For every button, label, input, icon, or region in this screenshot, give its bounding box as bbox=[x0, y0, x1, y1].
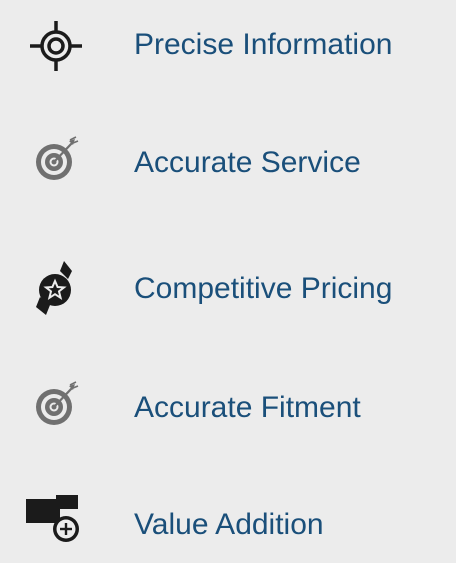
crosshair-icon bbox=[20, 13, 84, 77]
feature-item-precise-information: Precise Information bbox=[0, 13, 456, 83]
plus-box-icon bbox=[20, 493, 84, 557]
target-arrow-icon bbox=[20, 376, 84, 440]
feature-item-competitive-pricing: Competitive Pricing bbox=[0, 257, 456, 327]
feature-item-accurate-fitment: Accurate Fitment bbox=[0, 376, 456, 446]
feature-item-accurate-service: Accurate Service bbox=[0, 131, 456, 201]
feature-list: Precise Information Accurate Service Com… bbox=[0, 0, 456, 557]
feature-item-value-addition: Value Addition bbox=[0, 493, 456, 563]
feature-label: Accurate Service bbox=[134, 146, 361, 179]
star-badge-icon bbox=[20, 257, 84, 321]
feature-label: Precise Information bbox=[134, 28, 393, 61]
feature-label: Value Addition bbox=[134, 508, 324, 541]
feature-label: Competitive Pricing bbox=[134, 272, 393, 305]
target-arrow-icon bbox=[20, 131, 84, 195]
feature-label: Accurate Fitment bbox=[134, 391, 361, 424]
